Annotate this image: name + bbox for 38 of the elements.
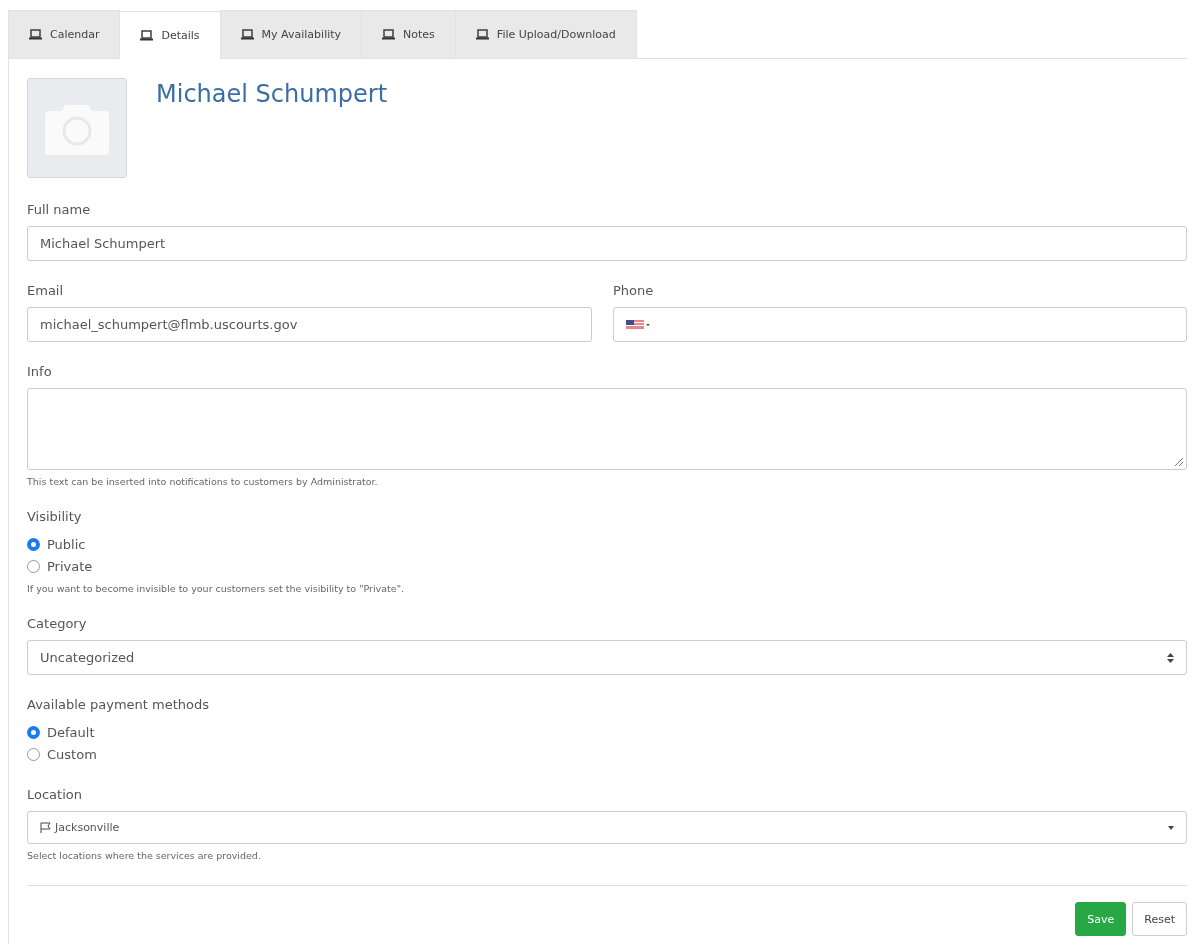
sort-caret-icon (1167, 652, 1174, 663)
field-label: Available payment methods (27, 697, 210, 712)
phone-field[interactable] (613, 307, 1187, 342)
field-label: Category (27, 616, 88, 631)
field-label: Phone (613, 283, 655, 298)
radio-option[interactable]: Public (27, 533, 1187, 555)
field-label: Location (27, 787, 83, 802)
field-label: Info (27, 364, 53, 379)
laptop-icon (475, 29, 489, 40)
field-label: Email (27, 283, 65, 298)
profile-name: Michael Schumpert (156, 80, 388, 110)
email-field[interactable]: michael_schumpert@flmb.uscourts.gov (27, 307, 592, 342)
laptop-icon (29, 29, 42, 40)
help-text: If you want to become invisible to your customers set the visibility to "Private". (27, 583, 406, 594)
category-select[interactable]: Uncategorized (27, 640, 1187, 675)
laptop-icon (382, 29, 396, 40)
flag-outline-icon (40, 822, 51, 833)
laptop-icon (240, 29, 254, 40)
radio-option[interactable]: Custom (27, 743, 1187, 765)
info-field[interactable] (27, 388, 1187, 470)
location-select[interactable]: Jacksonville (27, 811, 1187, 844)
full-name-field[interactable]: Michael Schumpert (27, 226, 1187, 261)
reset-button[interactable]: Reset (1132, 902, 1187, 936)
help-text: Select locations where the services are provided. (27, 850, 262, 861)
radio-option[interactable]: Private (27, 555, 1187, 577)
tab[interactable]: File Upload/Download (454, 10, 637, 58)
field-label: Full name (27, 202, 92, 217)
caret-icon (1168, 825, 1174, 830)
tab[interactable]: Notes (361, 10, 456, 58)
laptop-icon (140, 30, 154, 41)
tab[interactable]: My Availability (219, 10, 363, 58)
help-text: This text can be inserted into notifications to customers by Administrator. (27, 476, 379, 487)
tab[interactable]: Calendar (8, 10, 121, 58)
flag-icon (626, 320, 650, 329)
resize-handle-icon[interactable] (1175, 458, 1183, 466)
tab[interactable]: Details (119, 11, 221, 59)
radio-option[interactable]: Default (27, 721, 1187, 743)
field-label: Visibility (27, 509, 83, 524)
